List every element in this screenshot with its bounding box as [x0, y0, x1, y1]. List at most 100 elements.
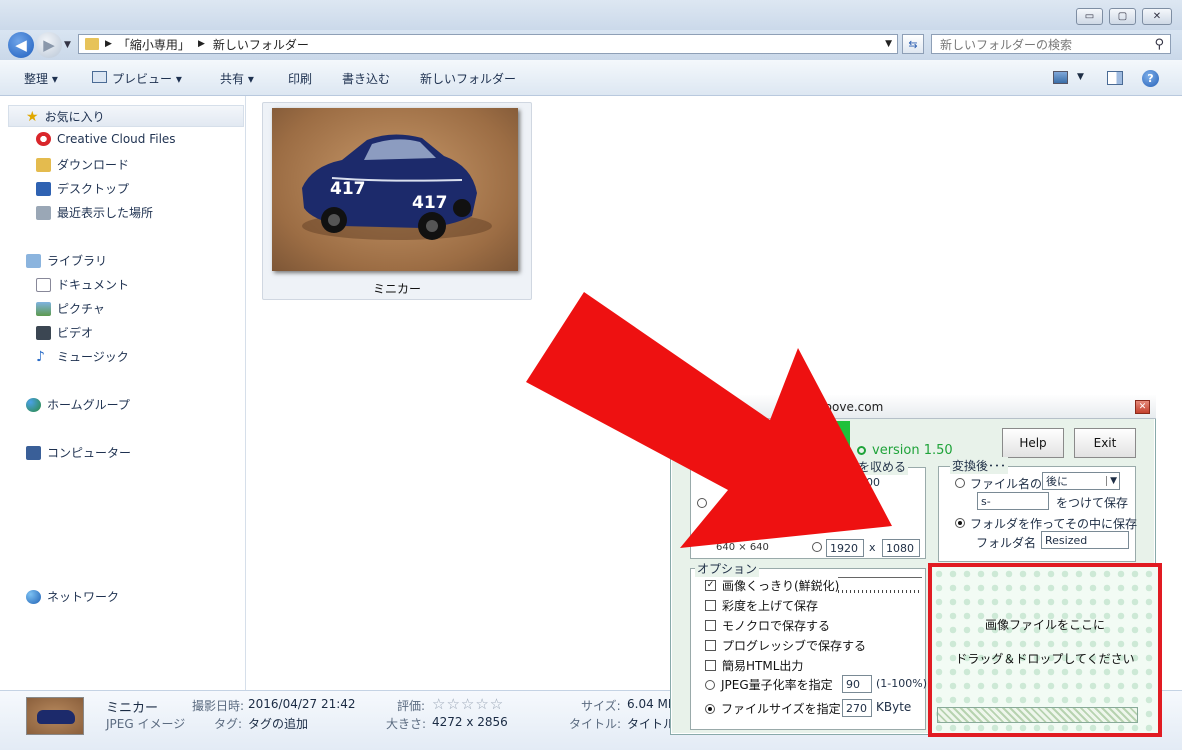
- nav-downloads[interactable]: ダウンロード: [36, 156, 129, 173]
- nav-videos[interactable]: ビデオ: [36, 324, 93, 341]
- title-bar: [0, 0, 1182, 30]
- drop-zone-text-1: 画像ファイルをここに: [984, 618, 1105, 632]
- drop-zone-text-2: ドラッグ＆ドロップしてください: [955, 652, 1135, 666]
- nav-recent-places[interactable]: 最近表示した場所: [36, 204, 153, 221]
- folder-name-label: フォルダ名: [976, 536, 1037, 550]
- nav-documents[interactable]: ドキュメント: [36, 276, 129, 293]
- preview-icon: [92, 71, 107, 83]
- nav-network-label: ネットワーク: [47, 590, 120, 604]
- suffix-label: をつけて保存: [1056, 496, 1129, 510]
- option-html[interactable]: 簡易HTML出力: [705, 657, 803, 674]
- new-folder-button[interactable]: 新しいフォルダー: [420, 70, 516, 87]
- nav-network[interactable]: ネットワーク: [26, 588, 119, 605]
- nav-desktop[interactable]: デスクトップ: [36, 180, 129, 197]
- radio-selected[interactable]: [705, 703, 715, 714]
- refresh-button[interactable]: ⇆: [902, 34, 924, 54]
- option-label: プログレッシブで保存する: [722, 639, 867, 653]
- nav-computer[interactable]: コンピューター: [26, 444, 131, 461]
- address-bar[interactable]: ▶ 「縮小専用」 ▶ 新しいフォルダー ▼: [78, 34, 898, 54]
- red-arrow-icon: [526, 292, 892, 548]
- breadcrumb-item-2[interactable]: 新しいフォルダー: [213, 36, 309, 53]
- search-placeholder: 新しいフォルダーの検索: [940, 37, 1073, 52]
- chevron-down-icon: ▼: [1106, 476, 1117, 486]
- option-progressive[interactable]: プログレッシブで保存する: [705, 637, 866, 654]
- nav-libraries-label: ライブラリ: [47, 254, 108, 268]
- option-sharpen[interactable]: ✓ 画像くっきり(鮮鋭化): [705, 577, 839, 594]
- nav-creative-cloud[interactable]: Creative Cloud Files: [36, 132, 176, 146]
- creative-cloud-icon: [36, 132, 51, 146]
- details-thumbnail: [26, 697, 84, 735]
- forward-button[interactable]: ▶: [36, 32, 62, 58]
- nav-item-label: ビデオ: [57, 326, 94, 340]
- rating-stars[interactable]: ☆☆☆☆☆: [432, 695, 504, 713]
- back-arrow-icon: ◀: [15, 36, 27, 54]
- help-icon[interactable]: ?: [1142, 70, 1159, 87]
- filesize-label: サイズ:: [581, 699, 621, 713]
- breadcrumb-item-1[interactable]: 「縮小専用」: [118, 36, 190, 53]
- minimize-icon: ▭: [1084, 11, 1095, 22]
- tags-value[interactable]: タグの追加: [248, 715, 308, 732]
- checkbox[interactable]: [705, 620, 716, 631]
- preview-pane-icon[interactable]: [1107, 71, 1123, 85]
- option-jpeg-quality[interactable]: JPEG量子化率を指定: [705, 676, 833, 693]
- print-button[interactable]: 印刷: [288, 70, 312, 87]
- nav-favorites[interactable]: ★ お気に入り: [26, 108, 105, 125]
- filesize-input[interactable]: 270: [842, 699, 872, 717]
- music-icon: ♪: [36, 348, 45, 365]
- nav-favorites-label: お気に入り: [44, 110, 105, 124]
- share-menu[interactable]: 共有 ▾: [220, 70, 254, 87]
- help-button[interactable]: Help: [1002, 428, 1064, 458]
- sharpen-slider[interactable]: [838, 577, 922, 593]
- nav-homegroup[interactable]: ホームグループ: [26, 396, 130, 413]
- folder-radio[interactable]: [955, 518, 965, 528]
- app-close-button[interactable]: ✕: [1135, 400, 1150, 414]
- suffix-input[interactable]: s-: [977, 492, 1049, 510]
- option-label: 画像くっきり(鮮鋭化): [722, 579, 840, 593]
- folder-icon: [85, 38, 99, 50]
- view-dropdown-icon[interactable]: ▼: [1077, 72, 1084, 82]
- tags-label: タグ:: [214, 717, 243, 731]
- checkbox[interactable]: [705, 600, 716, 611]
- history-dropdown-icon[interactable]: ▼: [64, 40, 71, 50]
- title-value[interactable]: タイトル: [627, 715, 675, 732]
- minimize-button[interactable]: ▭: [1076, 8, 1103, 25]
- jpeg-quality-input[interactable]: 90: [842, 675, 872, 693]
- checkbox[interactable]: [705, 640, 716, 651]
- radio[interactable]: [705, 679, 715, 690]
- checkbox[interactable]: [705, 660, 716, 671]
- after-conversion-label: 変換後･･･: [950, 457, 1009, 474]
- date-taken-label: 撮影日時:: [192, 699, 245, 713]
- back-button[interactable]: ◀: [8, 32, 34, 58]
- option-label: 簡易HTML出力: [722, 659, 804, 673]
- option-label: 彩度を上げて保存: [722, 599, 819, 613]
- search-input[interactable]: 新しいフォルダーの検索 ⚲: [931, 34, 1171, 54]
- computer-icon: [26, 445, 41, 460]
- option-filesize[interactable]: ファイルサイズを指定: [705, 700, 841, 717]
- search-icon: ⚲: [1154, 36, 1164, 52]
- maximize-button[interactable]: ▢: [1109, 8, 1136, 25]
- network-icon: [26, 589, 41, 604]
- exit-button[interactable]: Exit: [1074, 428, 1136, 458]
- nav-pictures[interactable]: ピクチャ: [36, 300, 105, 317]
- view-options-icon[interactable]: [1053, 71, 1068, 84]
- position-select[interactable]: 後に ▼: [1042, 472, 1120, 490]
- option-monochrome[interactable]: モノクロで保存する: [705, 617, 830, 634]
- folder-name-input[interactable]: Resized: [1041, 531, 1129, 549]
- details-file-name: ミニカー: [106, 701, 159, 716]
- preview-menu[interactable]: プレビュー ▾: [112, 70, 182, 87]
- documents-icon: [36, 277, 51, 292]
- nav-music[interactable]: ♪ ミュージック: [36, 348, 129, 365]
- organize-menu[interactable]: 整理 ▾: [24, 70, 58, 87]
- burn-button[interactable]: 書き込む: [342, 70, 390, 87]
- position-select-value: 後に: [1046, 475, 1068, 488]
- checkbox-checked[interactable]: ✓: [705, 580, 716, 591]
- filename-radio[interactable]: [955, 478, 965, 488]
- close-button[interactable]: ✕: [1142, 8, 1172, 25]
- nav-libraries[interactable]: ライブラリ: [26, 252, 107, 269]
- option-label: JPEG量子化率を指定: [721, 678, 833, 692]
- minicar-image: 417 417: [302, 134, 492, 240]
- address-dropdown-icon[interactable]: ▼: [885, 39, 897, 49]
- nav-computer-label: コンピューター: [47, 446, 132, 460]
- close-icon: ✕: [1152, 11, 1162, 22]
- option-saturation[interactable]: 彩度を上げて保存: [705, 597, 818, 614]
